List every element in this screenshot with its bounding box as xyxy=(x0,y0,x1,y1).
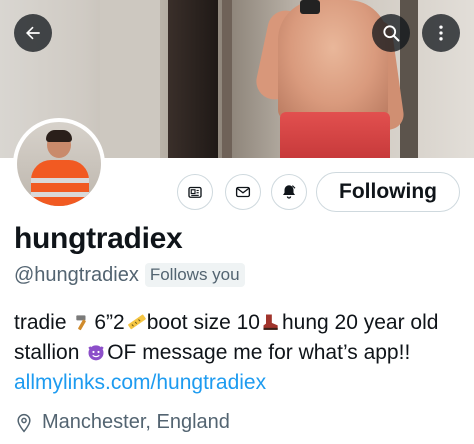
envelope-icon xyxy=(235,186,251,198)
follows-you-badge: Follows you xyxy=(144,263,245,287)
avatar-stripe xyxy=(31,178,89,183)
bio-text: boot size 10 xyxy=(146,311,260,334)
bell-icon xyxy=(283,185,296,199)
profile-bio: tradie 6”2 boot size 10 hung 20 year old… xyxy=(14,308,464,398)
ruler-icon xyxy=(127,314,146,330)
following-button[interactable]: Following xyxy=(316,172,460,212)
avatar[interactable] xyxy=(13,118,105,210)
avatar-image xyxy=(17,122,101,206)
hammer-icon xyxy=(76,315,87,331)
notifications-button[interactable] xyxy=(271,174,307,210)
subscriptions-button[interactable] xyxy=(177,174,213,210)
bio-text: OF message me for what’s app!! xyxy=(107,341,411,364)
bio-text: tradie xyxy=(14,311,73,334)
newsletter-icon xyxy=(188,186,202,198)
banner-phone xyxy=(300,0,320,14)
avatar-hair xyxy=(46,130,72,142)
search-button[interactable] xyxy=(372,14,410,52)
location-text: Manchester, England xyxy=(42,411,230,433)
more-vertical-icon xyxy=(439,25,443,41)
handle-row: @hungtradiex Follows you xyxy=(14,263,245,287)
avatar-jacket xyxy=(31,160,89,206)
bio-link[interactable]: allmylinks.com/hungtradiex xyxy=(14,371,266,394)
banner-door-frame xyxy=(222,0,232,158)
more-button[interactable] xyxy=(422,14,460,52)
devil-face-icon xyxy=(88,345,104,361)
message-button[interactable] xyxy=(225,174,261,210)
boot-icon xyxy=(263,314,278,330)
banner-towel xyxy=(280,112,390,158)
avatar-stripe xyxy=(31,192,89,197)
search-icon xyxy=(383,25,400,42)
bio-text: 6”2 xyxy=(94,311,125,334)
banner-door xyxy=(168,0,218,158)
back-button[interactable] xyxy=(14,14,52,52)
display-name: hungtradiex xyxy=(14,222,183,255)
arrow-left-icon xyxy=(26,26,40,40)
location-pin-icon xyxy=(17,413,31,432)
user-handle: @hungtradiex xyxy=(14,263,139,286)
banner-torso xyxy=(278,0,388,120)
location-row: Manchester, England xyxy=(14,411,230,434)
banner-wall xyxy=(100,0,160,158)
